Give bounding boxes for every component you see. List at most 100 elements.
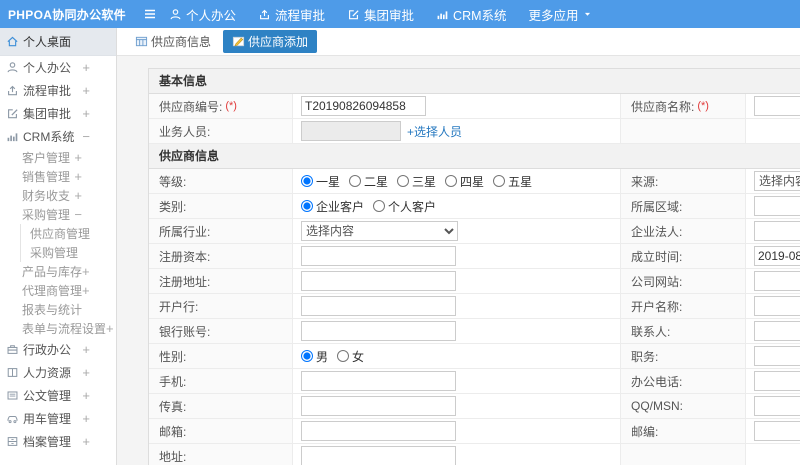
category-option-0[interactable]: 企业客户: [301, 198, 364, 215]
top-menu-item-personal-office[interactable]: 个人办公: [169, 5, 236, 24]
sidebar-item-form-flow-settings[interactable]: 表单与流程设置 +: [0, 319, 116, 338]
sidebar-item-purchase-mgmt[interactable]: 采购管理 −: [0, 205, 116, 224]
registered-address-input[interactable]: [301, 271, 456, 291]
select-person-link[interactable]: +选择人员: [407, 123, 462, 140]
expand-toggle-icon[interactable]: +: [106, 321, 114, 336]
field-cell: [746, 294, 800, 319]
menu-icon[interactable]: [143, 7, 157, 21]
sidebar-item-reports-stats[interactable]: 报表与统计: [0, 300, 116, 319]
sidebar-item-workflow-approval[interactable]: 流程审批 +: [0, 79, 116, 102]
fax-input[interactable]: [301, 396, 456, 416]
category-radio-0[interactable]: [301, 200, 313, 212]
gender-radio-0[interactable]: [301, 350, 313, 362]
field-cell: [746, 344, 800, 369]
sidebar-item-product-inventory[interactable]: 产品与库存 +: [0, 262, 116, 281]
top-menu-item-workflow-approval[interactable]: 流程审批: [258, 5, 325, 24]
level-radio-3[interactable]: [445, 175, 458, 187]
expand-toggle-icon[interactable]: +: [74, 188, 82, 203]
legal-person-input[interactable]: [754, 221, 800, 241]
level-option-1[interactable]: 二星: [349, 173, 388, 190]
sidebar-item-personal-desktop[interactable]: 个人桌面: [0, 28, 116, 56]
sidebar-item-label: 个人桌面: [23, 35, 72, 49]
expand-toggle-icon[interactable]: −: [74, 207, 82, 222]
level-option-4[interactable]: 五星: [493, 173, 532, 190]
expand-toggle-icon[interactable]: +: [82, 434, 90, 449]
level-option-3[interactable]: 四星: [445, 173, 484, 190]
sidebar-item-label: 个人办公: [23, 61, 72, 75]
sidebar-item-purchase-mgmt-sub[interactable]: 采购管理: [20, 243, 116, 262]
position-input[interactable]: [754, 346, 800, 366]
mobile-input[interactable]: [301, 371, 456, 391]
office-phone-input[interactable]: [754, 371, 800, 391]
sidebar-item-archive-mgmt[interactable]: 档案管理 +: [0, 430, 116, 453]
tab-supplier-info[interactable]: 供应商信息: [131, 30, 215, 53]
expand-toggle-icon[interactable]: +: [82, 365, 90, 380]
sales-person-input[interactable]: [301, 121, 401, 141]
sidebar-item-group-approval[interactable]: 集团审批 +: [0, 102, 116, 125]
industry-select[interactable]: 选择内容: [301, 221, 458, 241]
expand-toggle-icon[interactable]: +: [82, 83, 90, 98]
expand-toggle-icon[interactable]: −: [82, 129, 90, 144]
category-option-1[interactable]: 个人客户: [373, 198, 436, 215]
expand-toggle-icon[interactable]: +: [82, 411, 90, 426]
field-cell: [746, 369, 800, 394]
account-name-input[interactable]: [754, 296, 800, 316]
sidebar-item-sales-mgmt[interactable]: 销售管理 +: [0, 167, 116, 186]
expand-toggle-icon[interactable]: +: [82, 388, 90, 403]
bank-branch-input[interactable]: [301, 296, 456, 316]
field-cell: +选择人员: [293, 119, 621, 144]
top-menu-item-more-apps[interactable]: 更多应用: [529, 5, 592, 24]
tab-supplier-add[interactable]: 供应商添加: [223, 30, 318, 53]
level-radio-2[interactable]: [397, 175, 410, 187]
top-menu-item-group-approval[interactable]: 集团审批: [347, 5, 414, 24]
gender-option-0[interactable]: 男: [301, 348, 328, 365]
expand-toggle-icon[interactable]: +: [82, 264, 90, 279]
field-label: 企业法人:: [631, 224, 683, 239]
level-option-2[interactable]: 三星: [397, 173, 436, 190]
expand-toggle-icon[interactable]: +: [74, 150, 82, 165]
sidebar-item-finance-mgmt[interactable]: 财务收支 +: [0, 186, 116, 205]
label-cell: 手机:: [149, 369, 293, 394]
zip-code-input[interactable]: [754, 421, 800, 441]
category-radio-1[interactable]: [373, 200, 386, 212]
edit-icon: [6, 107, 19, 120]
sidebar-item-customer-mgmt[interactable]: 客户管理 +: [0, 148, 116, 167]
gender-option-1[interactable]: 女: [337, 348, 364, 365]
expand-toggle-icon[interactable]: +: [82, 106, 90, 121]
expand-toggle-icon[interactable]: +: [82, 342, 90, 357]
expand-toggle-icon[interactable]: +: [82, 283, 90, 298]
sidebar-item-human-resources[interactable]: 人力资源 +: [0, 361, 116, 384]
contact-person-input[interactable]: [754, 321, 800, 341]
label-cell: 注册地址:: [149, 269, 293, 294]
level-radio-1[interactable]: [349, 175, 362, 187]
source-select[interactable]: 选择内容: [754, 171, 800, 191]
gender-radio-1[interactable]: [337, 350, 350, 362]
field-label: 供应商编号:: [159, 99, 223, 114]
sidebar-item-agent-mgmt[interactable]: 代理商管理 +: [0, 281, 116, 300]
sidebar-item-admin-office[interactable]: 行政办公 +: [0, 338, 116, 361]
label-cell: 类别:: [149, 194, 293, 219]
sidebar-item-personal-office[interactable]: 个人办公 +: [0, 56, 116, 79]
company-website-input[interactable]: [754, 271, 800, 291]
sidebar-item-vehicle-mgmt[interactable]: 用车管理 +: [0, 407, 116, 430]
level-radio-4[interactable]: [493, 175, 506, 187]
level-radio-0[interactable]: [301, 175, 313, 187]
label-cell: 开户名称:: [621, 294, 746, 319]
level-option-0[interactable]: 一星: [301, 173, 340, 190]
region-input[interactable]: [754, 196, 800, 216]
qq-msn-input[interactable]: [754, 396, 800, 416]
expand-toggle-icon[interactable]: +: [74, 169, 82, 184]
label-cell: QQ/MSN:: [621, 394, 746, 419]
expand-toggle-icon[interactable]: +: [82, 60, 90, 75]
email-input[interactable]: [301, 421, 456, 441]
supplier-code-input[interactable]: [301, 96, 426, 116]
address-input[interactable]: [301, 446, 456, 465]
sidebar-item-crm-system[interactable]: CRM系统 −: [0, 125, 116, 148]
sidebar-item-supplier-mgmt[interactable]: 供应商管理: [20, 224, 116, 243]
supplier-name-input[interactable]: [754, 96, 800, 116]
sidebar-item-document-mgmt[interactable]: 公文管理 +: [0, 384, 116, 407]
founded-date-input[interactable]: [754, 246, 800, 266]
registered-capital-input[interactable]: [301, 246, 456, 266]
top-menu-item-crm-system[interactable]: CRM系统: [436, 5, 507, 24]
bank-account-input[interactable]: [301, 321, 456, 341]
